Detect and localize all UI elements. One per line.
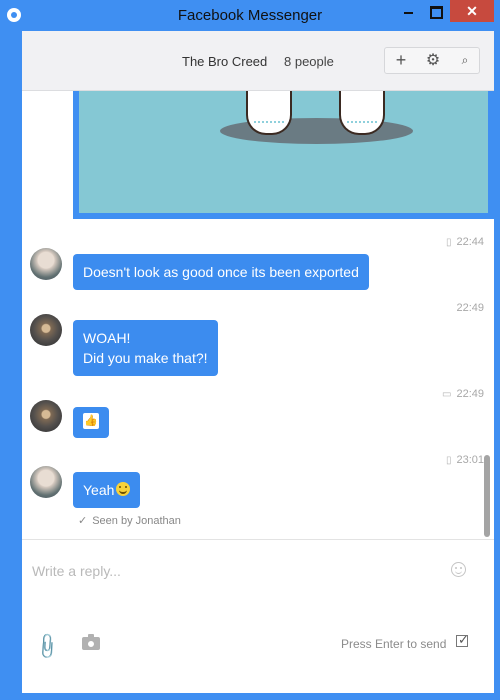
avatar[interactable] — [30, 400, 62, 432]
tooth-illustration-right — [339, 91, 385, 135]
timestamp-text: 23:01 — [456, 454, 484, 466]
smiley-emoji-icon — [116, 482, 131, 496]
message-line: Did you make that?! — [83, 350, 208, 366]
message-text: Yeah — [83, 482, 115, 498]
paperclip-icon[interactable]: 📎 — [33, 632, 63, 662]
mobile-device-icon: ▯ — [445, 455, 452, 466]
message-bubble: Doesn't look as good once its been expor… — [73, 254, 369, 290]
avatar[interactable] — [30, 314, 62, 346]
close-button[interactable]: ✕ — [450, 0, 494, 22]
timestamp-text: 22:44 — [456, 236, 484, 248]
messenger-window: Facebook Messenger ✕ The Bro Creed 8 peo… — [0, 0, 500, 700]
message-timestamp: ▯ 23:01 — [428, 454, 484, 466]
search-icon[interactable]: ⌕ — [449, 48, 481, 73]
like-bubble: 👍 — [73, 407, 109, 438]
tooth-illustration-left — [246, 91, 292, 135]
seen-text: Seen by Jonathan — [92, 515, 181, 527]
settings-gear-icon[interactable]: ⚙ — [417, 48, 449, 73]
send-hint-label: Press Enter to send — [341, 637, 447, 651]
avatar[interactable] — [30, 248, 62, 280]
timestamp-text: 22:49 — [456, 302, 484, 314]
message-bubble: WOAH! Did you make that?! — [73, 320, 218, 376]
member-count: 8 people — [284, 54, 334, 69]
thumbs-up-icon: 👍 — [83, 413, 99, 429]
enter-to-send-checkbox[interactable] — [456, 632, 469, 648]
message-scrollbar[interactable] — [484, 455, 490, 537]
message-timestamp: 22:49 — [428, 302, 484, 314]
message-timestamp: ▭ 22:49 — [428, 388, 484, 400]
shared-image-attachment[interactable] — [73, 91, 494, 219]
header-toolbar: + ⚙ ⌕ — [384, 47, 480, 74]
message-bubble: Yeah — [73, 472, 141, 508]
mobile-device-icon: ▯ — [445, 237, 452, 248]
conversation-header: The Bro Creed 8 people + ⚙ ⌕ — [22, 31, 494, 91]
chat-bubble-icon: ▭ — [442, 389, 452, 400]
minimize-button[interactable] — [398, 0, 420, 22]
emoji-icon[interactable] — [451, 562, 466, 577]
bottom-frame-edge — [8, 693, 494, 700]
camera-icon[interactable] — [82, 634, 100, 650]
reply-input[interactable] — [32, 560, 432, 582]
message-line: WOAH! — [83, 330, 131, 346]
message-timestamp: ▯ 22:44 — [428, 236, 484, 248]
conversation-title: The Bro Creed — [182, 54, 268, 69]
avatar[interactable] — [30, 466, 62, 498]
title-bar: Facebook Messenger ✕ — [0, 0, 500, 31]
reply-composer: 📎 Press Enter to send — [22, 539, 494, 693]
check-icon: ✓ — [78, 515, 88, 527]
left-frame-rail — [8, 31, 22, 693]
conversation-panel: The Bro Creed 8 people + ⚙ ⌕ ▯ 22:44 Does… — [8, 31, 494, 693]
add-people-icon[interactable]: + — [385, 48, 417, 73]
maximize-button[interactable] — [424, 0, 446, 22]
timestamp-text: 22:49 — [456, 388, 484, 400]
seen-indicator: ✓ Seen by Jonathan — [78, 514, 181, 527]
